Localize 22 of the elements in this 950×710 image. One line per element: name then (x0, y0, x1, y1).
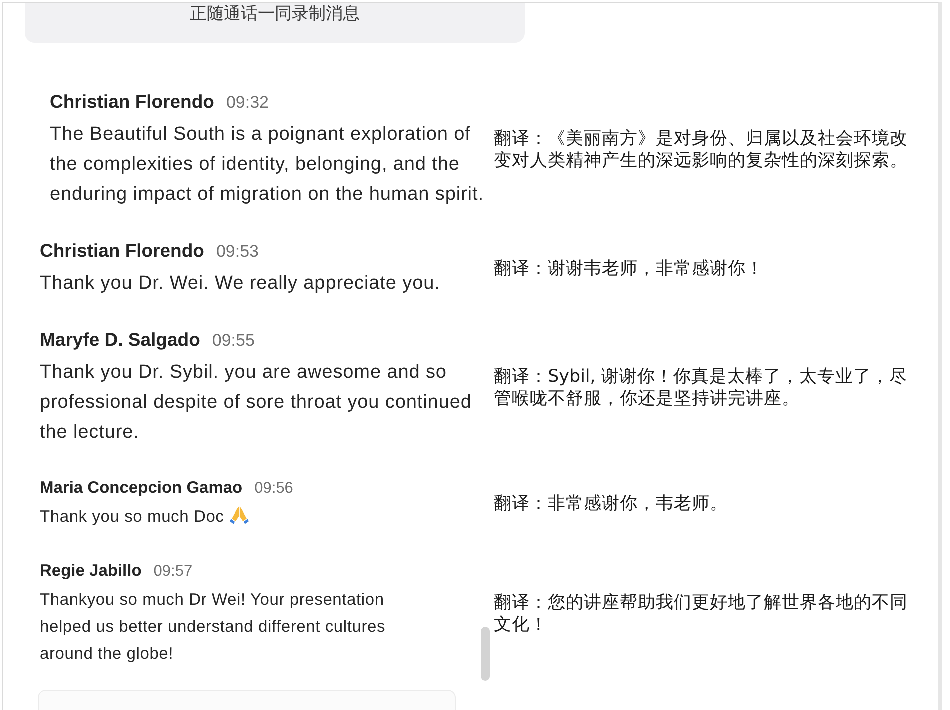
message-time: 09:55 (212, 331, 255, 351)
sender-name: Christian Florendo (40, 239, 204, 263)
scrollbar-thumb[interactable] (481, 627, 490, 681)
message-text: Thankyou so much Dr Wei! Your presentation helped us better understand different cultures around the globe! (40, 591, 386, 663)
sender-name: Maryfe D. Salgado (40, 328, 200, 352)
sender-name: Christian Florendo (50, 90, 214, 114)
message-text: Thank you so much Doc (40, 508, 224, 526)
translation-text: 翻译：谢谢韦老师，非常感谢你！ (494, 258, 765, 280)
message-text: Thank you Dr. Sybil. you are awesome and so professional despite of sore throat you continued the lecture. (40, 362, 472, 443)
sender-name: Regie Jabillo (40, 561, 142, 582)
translation-text: 翻译：您的讲座帮助我们更好地了解世界各地的不同文化！ (494, 592, 909, 636)
sender-name: Maria Concepcion Gamao (40, 478, 243, 499)
message-time: 09:32 (226, 93, 269, 113)
message-time: 09:56 (254, 480, 294, 498)
message-time: 09:53 (216, 242, 259, 262)
translation-text: 翻译：《美丽南方》是对身份、归属以及社会环境改变对人类精神产生的深远影响的复杂性的深刻探索。 (494, 128, 909, 172)
recording-notice: 正随通话一同录制消息 (25, 3, 525, 43)
message-text: Thank you Dr. Wei. We really appreciate you. (40, 273, 440, 294)
message-time: 09:57 (154, 563, 193, 581)
message-text: The Beautiful South is a poignant exploration of the complexities of identity, belonging, and the enduring impact of migration on the human spirit. (50, 124, 484, 205)
translation-text: 翻译：Sybil, 谢谢你！你真是太棒了，太专业了，尽管喉咙不舒服，你还是坚持讲完讲座。 (494, 366, 908, 410)
translation-text: 翻译：非常感谢你，韦老师。 (494, 493, 729, 515)
